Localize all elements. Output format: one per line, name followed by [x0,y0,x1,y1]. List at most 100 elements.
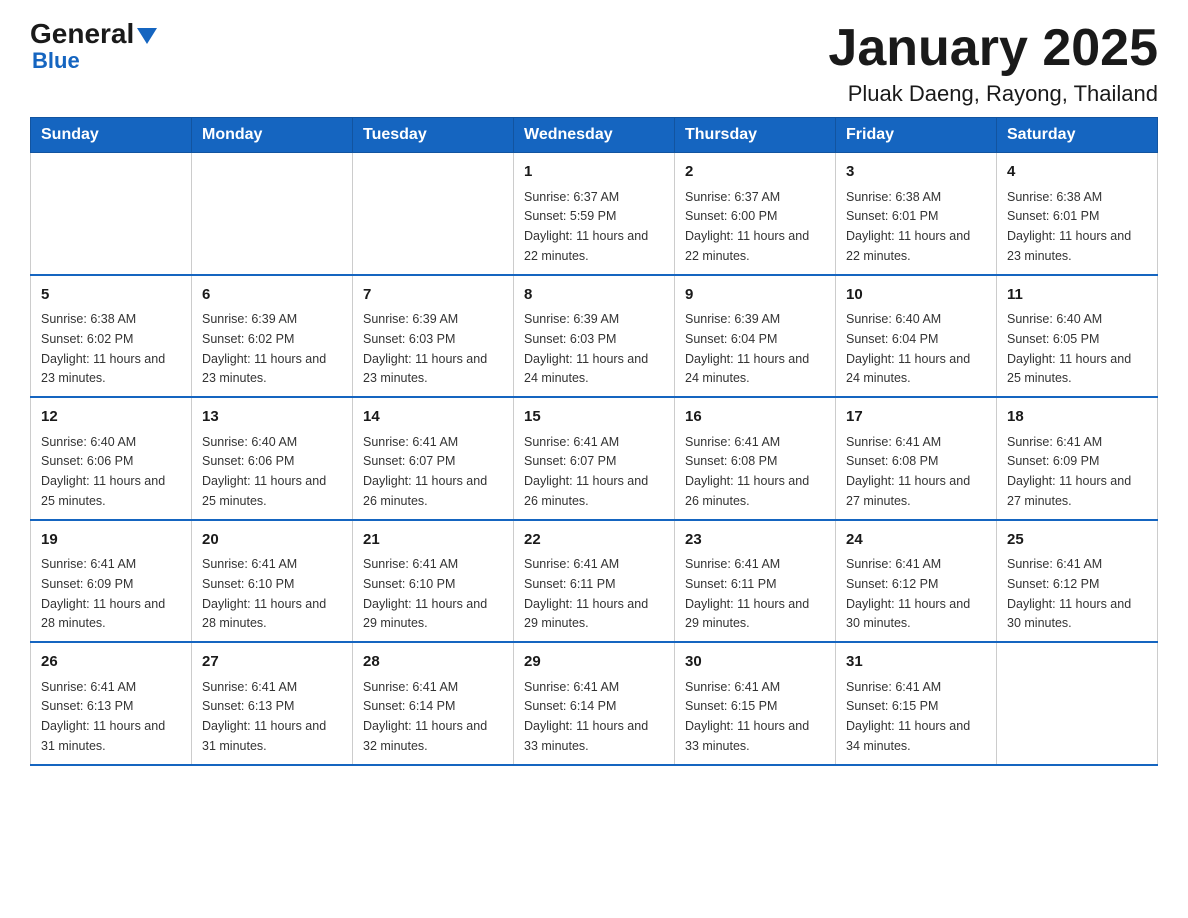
calendar-cell: 11 Sunrise: 6:40 AMSunset: 6:05 PMDayligh… [997,275,1158,398]
header-tuesday: Tuesday [353,118,514,153]
page-header: General Blue January 2025 Pluak Daeng, R… [30,20,1158,107]
day-info: Sunrise: 6:40 AMSunset: 6:06 PMDaylight:… [41,435,165,508]
day-info: Sunrise: 6:41 AMSunset: 6:08 PMDaylight:… [685,435,809,508]
logo-general-text: General [30,20,134,48]
calendar-table: SundayMondayTuesdayWednesdayThursdayFrid… [30,117,1158,766]
calendar-cell: 27 Sunrise: 6:41 AMSunset: 6:13 PMDayligh… [192,642,353,765]
calendar-cell: 10 Sunrise: 6:40 AMSunset: 6:04 PMDayligh… [836,275,997,398]
day-number: 6 [202,284,342,307]
day-info: Sunrise: 6:41 AMSunset: 6:10 PMDaylight:… [363,557,487,630]
calendar-body: 1 Sunrise: 6:37 AMSunset: 5:59 PMDaylight… [31,153,1158,765]
calendar-cell: 18Sunrise: 6:41 AMSunset: 6:09 PMDayligh… [997,397,1158,520]
calendar-cell: 16 Sunrise: 6:41 AMSunset: 6:08 PMDayligh… [675,397,836,520]
day-number: 29 [524,651,664,674]
day-number: 10 [846,284,986,307]
day-info: Sunrise: 6:40 AMSunset: 6:06 PMDaylight:… [202,435,326,508]
day-info: Sunrise: 6:40 AMSunset: 6:04 PMDaylight:… [846,312,970,385]
day-info: Sunrise: 6:41 AMSunset: 6:09 PMDaylight:… [1007,435,1131,508]
day-number: 24 [846,529,986,552]
day-number: 11 [1007,284,1147,307]
day-info: Sunrise: 6:39 AMSunset: 6:03 PMDaylight:… [524,312,648,385]
day-info: Sunrise: 6:40 AMSunset: 6:05 PMDaylight:… [1007,312,1131,385]
day-number: 27 [202,651,342,674]
day-info: Sunrise: 6:41 AMSunset: 6:15 PMDaylight:… [685,680,809,753]
calendar-cell: 3 Sunrise: 6:38 AMSunset: 6:01 PMDaylight… [836,153,997,275]
day-number: 25 [1007,529,1147,552]
day-number: 12 [41,406,181,429]
day-info: Sunrise: 6:37 AMSunset: 6:00 PMDaylight:… [685,190,809,263]
calendar-cell: 9Sunrise: 6:39 AMSunset: 6:04 PMDaylight… [675,275,836,398]
day-info: Sunrise: 6:41 AMSunset: 6:12 PMDaylight:… [1007,557,1131,630]
day-info: Sunrise: 6:38 AMSunset: 6:01 PMDaylight:… [1007,190,1131,263]
day-number: 15 [524,406,664,429]
location-text: Pluak Daeng, Rayong, Thailand [828,81,1158,107]
logo-triangle-icon [137,28,157,44]
day-number: 20 [202,529,342,552]
week-row-5: 26Sunrise: 6:41 AMSunset: 6:13 PMDayligh… [31,642,1158,765]
day-info: Sunrise: 6:41 AMSunset: 6:11 PMDaylight:… [685,557,809,630]
calendar-cell: 24 Sunrise: 6:41 AMSunset: 6:12 PMDayligh… [836,520,997,643]
header-wednesday: Wednesday [514,118,675,153]
day-info: Sunrise: 6:41 AMSunset: 6:08 PMDaylight:… [846,435,970,508]
day-info: Sunrise: 6:41 AMSunset: 6:14 PMDaylight:… [363,680,487,753]
calendar-cell: 8 Sunrise: 6:39 AMSunset: 6:03 PMDaylight… [514,275,675,398]
calendar-cell: 29Sunrise: 6:41 AMSunset: 6:14 PMDayligh… [514,642,675,765]
day-number: 5 [41,284,181,307]
calendar-cell: 23 Sunrise: 6:41 AMSunset: 6:11 PMDayligh… [675,520,836,643]
day-info: Sunrise: 6:41 AMSunset: 6:10 PMDaylight:… [202,557,326,630]
day-number: 31 [846,651,986,674]
calendar-cell [31,153,192,275]
header-sunday: Sunday [31,118,192,153]
title-area: January 2025 Pluak Daeng, Rayong, Thaila… [828,20,1158,107]
calendar-cell [353,153,514,275]
day-number: 16 [685,406,825,429]
calendar-cell: 20 Sunrise: 6:41 AMSunset: 6:10 PMDayligh… [192,520,353,643]
day-number: 4 [1007,161,1147,184]
calendar-cell: 7 Sunrise: 6:39 AMSunset: 6:03 PMDaylight… [353,275,514,398]
calendar-cell: 15Sunrise: 6:41 AMSunset: 6:07 PMDayligh… [514,397,675,520]
header-friday: Friday [836,118,997,153]
day-info: Sunrise: 6:37 AMSunset: 5:59 PMDaylight:… [524,190,648,263]
month-title: January 2025 [828,20,1158,77]
calendar-cell: 1 Sunrise: 6:37 AMSunset: 5:59 PMDaylight… [514,153,675,275]
calendar-cell: 4 Sunrise: 6:38 AMSunset: 6:01 PMDaylight… [997,153,1158,275]
day-number: 21 [363,529,503,552]
calendar-cell: 21 Sunrise: 6:41 AMSunset: 6:10 PMDayligh… [353,520,514,643]
day-info: Sunrise: 6:39 AMSunset: 6:03 PMDaylight:… [363,312,487,385]
day-info: Sunrise: 6:41 AMSunset: 6:07 PMDaylight:… [363,435,487,508]
day-number: 8 [524,284,664,307]
day-info: Sunrise: 6:41 AMSunset: 6:11 PMDaylight:… [524,557,648,630]
week-row-3: 12 Sunrise: 6:40 AMSunset: 6:06 PMDayligh… [31,397,1158,520]
calendar-cell: 14 Sunrise: 6:41 AMSunset: 6:07 PMDayligh… [353,397,514,520]
day-info: Sunrise: 6:39 AMSunset: 6:04 PMDaylight:… [685,312,809,385]
day-info: Sunrise: 6:41 AMSunset: 6:12 PMDaylight:… [846,557,970,630]
calendar-cell: 5 Sunrise: 6:38 AMSunset: 6:02 PMDaylight… [31,275,192,398]
day-number: 3 [846,161,986,184]
week-row-1: 1 Sunrise: 6:37 AMSunset: 5:59 PMDaylight… [31,153,1158,275]
day-number: 7 [363,284,503,307]
day-number: 2 [685,161,825,184]
calendar-cell: 22Sunrise: 6:41 AMSunset: 6:11 PMDayligh… [514,520,675,643]
day-number: 1 [524,161,664,184]
day-info: Sunrise: 6:39 AMSunset: 6:02 PMDaylight:… [202,312,326,385]
day-number: 30 [685,651,825,674]
header-saturday: Saturday [997,118,1158,153]
week-row-4: 19Sunrise: 6:41 AMSunset: 6:09 PMDayligh… [31,520,1158,643]
day-info: Sunrise: 6:41 AMSunset: 6:13 PMDaylight:… [202,680,326,753]
day-number: 17 [846,406,986,429]
calendar-cell [192,153,353,275]
header-monday: Monday [192,118,353,153]
calendar-cell: 17 Sunrise: 6:41 AMSunset: 6:08 PMDayligh… [836,397,997,520]
day-number: 14 [363,406,503,429]
calendar-cell: 26Sunrise: 6:41 AMSunset: 6:13 PMDayligh… [31,642,192,765]
calendar-cell: 30 Sunrise: 6:41 AMSunset: 6:15 PMDayligh… [675,642,836,765]
day-info: Sunrise: 6:38 AMSunset: 6:01 PMDaylight:… [846,190,970,263]
calendar-header: SundayMondayTuesdayWednesdayThursdayFrid… [31,118,1158,153]
day-info: Sunrise: 6:38 AMSunset: 6:02 PMDaylight:… [41,312,165,385]
calendar-cell: 19Sunrise: 6:41 AMSunset: 6:09 PMDayligh… [31,520,192,643]
day-info: Sunrise: 6:41 AMSunset: 6:09 PMDaylight:… [41,557,165,630]
week-row-2: 5 Sunrise: 6:38 AMSunset: 6:02 PMDaylight… [31,275,1158,398]
day-info: Sunrise: 6:41 AMSunset: 6:15 PMDaylight:… [846,680,970,753]
day-number: 23 [685,529,825,552]
calendar-cell [997,642,1158,765]
